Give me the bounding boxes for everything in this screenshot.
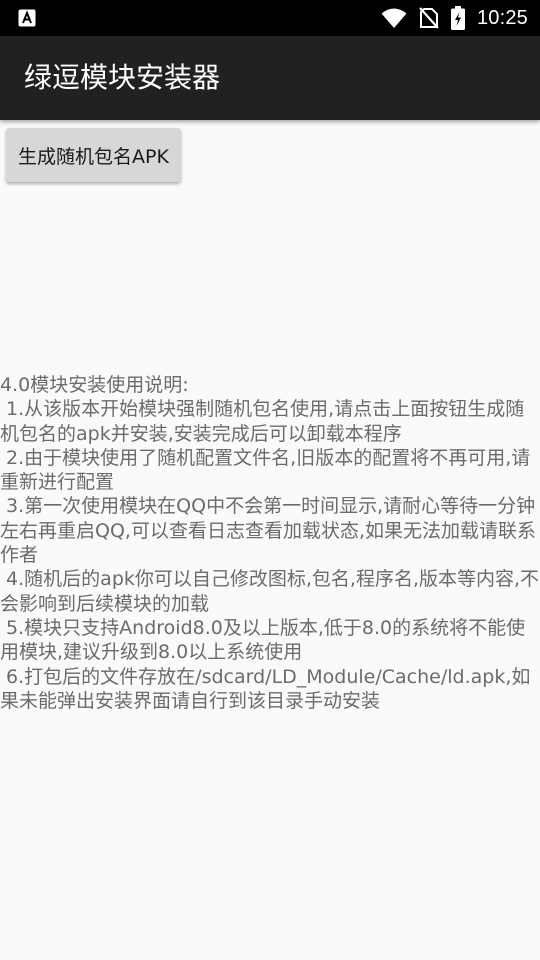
instruction-item-3: 3.第一次使用模块在QQ中不会第一时间显示,请耐心等待一分钟左右再重启QQ,可以… (0, 495, 536, 567)
instructions-text: 4.0模块安装使用说明: 1.从该版本开始模块强制随机包名使用,请点击上面按钮生… (0, 373, 540, 713)
app-title: 绿逗模块安装器 (24, 61, 221, 94)
main-content: 生成随机包名APK 4.0模块安装使用说明: 1.从该版本开始模块强制随机包名使… (0, 120, 540, 960)
instruction-item-2: 2.由于模块使用了随机配置文件名,旧版本的配置将不再可用,请重新进行配置 (0, 446, 531, 494)
instruction-item-5: 5.模块只支持Android8.0及以上版本,低于8.0的系统将不能使用模块,建… (0, 616, 526, 664)
app-notification-icon (18, 9, 36, 27)
instruction-item-4: 4.随机后的apk你可以自己修改图标,包名,程序名,版本等内容,不会影响到后续模… (0, 568, 540, 615)
instruction-item-6: 6.打包后的文件存放在/sdcard/LD_Module/Cache/ld.ap… (0, 665, 531, 712)
no-sim-icon (419, 7, 439, 29)
instructions-heading: 4.0模块安装使用说明: (0, 374, 189, 396)
status-time: 10:25 (476, 6, 528, 29)
battery-charging-icon (450, 6, 465, 30)
instruction-item-1: 1.从该版本开始模块强制随机包名使用,请点击上面按钮生成随机包名的apk并安装,… (0, 398, 525, 445)
wifi-icon (381, 7, 407, 29)
app-bar: 绿逗模块安装器 (0, 36, 540, 120)
status-icons: 10:25 (381, 0, 528, 36)
status-bar: 10:25 (0, 0, 540, 36)
generate-random-package-button[interactable]: 生成随机包名APK (6, 128, 181, 182)
